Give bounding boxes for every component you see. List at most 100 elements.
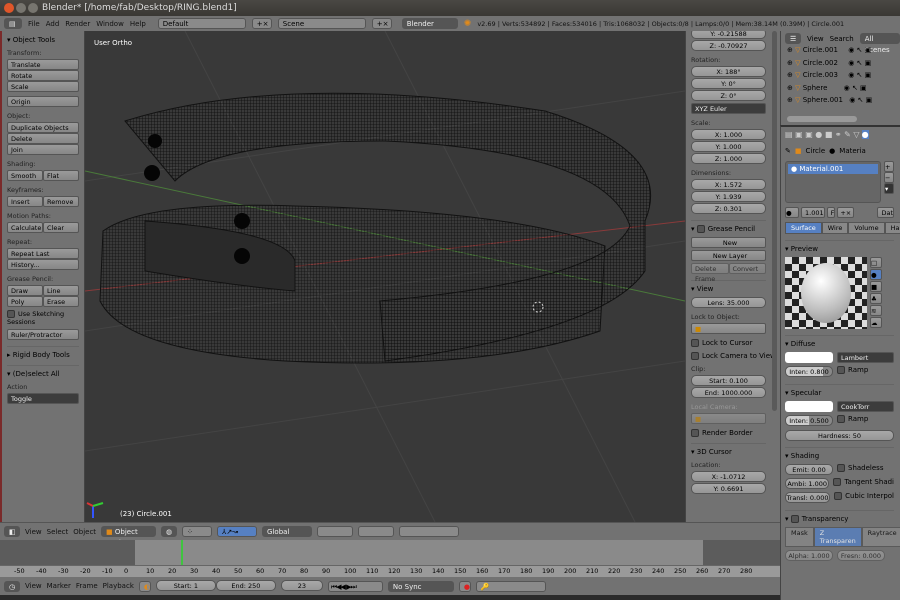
outliner-item[interactable]: ⊕ ▽ Sphere.001 ◉ ↖ ▣ xyxy=(787,96,900,109)
material-slot-list[interactable]: ● Material.001 xyxy=(785,161,881,203)
shading-header[interactable]: ▾ Shading xyxy=(785,447,894,460)
properties-context-tabs[interactable]: ▤ ▣ ▣ ● ■ ⚭ ✎ ▽ ● xyxy=(785,127,894,141)
preview-type-buttons[interactable]: □ ● ■ ♣ ≋ ☁ xyxy=(870,257,882,329)
history-button[interactable]: History... xyxy=(7,259,79,270)
timeline-editor-icon[interactable]: ◷ xyxy=(4,580,20,592)
visibility-icon[interactable]: ◉ ↖ ▣ xyxy=(848,71,871,79)
location-y-field[interactable]: Y: -0.21588 xyxy=(691,31,766,39)
timeline[interactable] xyxy=(0,540,780,565)
current-frame-field[interactable]: 23 xyxy=(280,580,323,591)
render-engine-select[interactable]: Blender Render xyxy=(401,18,458,39)
tab-mask[interactable]: Mask xyxy=(785,527,814,547)
rotation-y-field[interactable]: Y: 0° xyxy=(691,78,766,89)
tab-z-transparency[interactable]: Z Transparen xyxy=(813,527,862,547)
preview-range-icon[interactable]: ◐ xyxy=(138,580,151,592)
delete-frame-button[interactable]: Delete Frame xyxy=(691,263,729,283)
transparency-checkbox[interactable] xyxy=(790,515,799,523)
lock-camera-checkbox[interactable]: Lock Camera to View xyxy=(691,352,776,360)
convert-button[interactable]: Convert xyxy=(728,263,766,274)
specular-ramp-checkbox[interactable]: Ramp xyxy=(837,415,868,427)
grease-pencil-checkbox[interactable] xyxy=(696,225,705,233)
ruler-button[interactable]: Ruler/Protractor xyxy=(7,329,79,340)
ambient-slider[interactable]: Ambi: 1.000 xyxy=(785,478,830,489)
pin-icon[interactable]: ✎ xyxy=(785,147,791,155)
location-z-field[interactable]: Z: -0.70927 xyxy=(691,40,766,51)
rotation-z-field[interactable]: Z: 0° xyxy=(691,90,766,101)
checkbox[interactable] xyxy=(834,492,843,500)
cubic-interpolation-checkbox[interactable]: Cubic Interpol xyxy=(834,492,894,504)
fresnel-field[interactable]: Fresn: 0.000 xyxy=(837,550,885,561)
maximize-window-icon[interactable] xyxy=(28,3,38,13)
3d-viewport[interactable]: User Ortho (23) Circle.001 xyxy=(85,31,685,522)
action-select[interactable]: Toggle xyxy=(7,393,79,404)
specular-color-swatch[interactable] xyxy=(785,401,833,412)
start-frame-field[interactable]: Start: 1 xyxy=(155,580,216,591)
lens-field[interactable]: Lens: 35.000 xyxy=(691,297,766,308)
cursor-x-field[interactable]: X: -1.0712 xyxy=(691,471,766,482)
scale-y-field[interactable]: Y: 1.000 xyxy=(691,141,766,152)
checkbox[interactable] xyxy=(691,352,699,360)
poly-button[interactable]: Poly xyxy=(7,296,43,307)
diffuse-ramp-checkbox[interactable]: Ramp xyxy=(837,366,868,378)
visibility-icon[interactable]: ◉ ↖ ▣ xyxy=(848,46,871,54)
transparency-header[interactable]: ▾ Transparency xyxy=(785,510,894,523)
rotation-mode-select[interactable]: XYZ Euler xyxy=(691,103,766,114)
calculate-button[interactable]: Calculate xyxy=(7,222,43,233)
line-button[interactable]: Line xyxy=(43,285,79,296)
menu-window[interactable]: Window xyxy=(96,20,124,28)
clip-start-field[interactable]: Start: 0.100 xyxy=(691,375,766,386)
object-tools-header[interactable]: ▾ Object Tools xyxy=(7,36,79,44)
dimension-y-field[interactable]: Y: 1.939 xyxy=(691,191,766,202)
checkbox[interactable] xyxy=(691,429,699,437)
shadeless-checkbox[interactable]: Shadeless xyxy=(837,464,883,476)
rigid-body-header[interactable]: ▸ Rigid Body Tools xyxy=(7,346,79,359)
menu-frame[interactable]: Frame xyxy=(76,582,98,590)
record-icon[interactable]: ● xyxy=(458,580,471,592)
screen-layout-select[interactable]: Default xyxy=(157,18,246,29)
editor-type-icon[interactable]: ▤ xyxy=(4,18,22,29)
viewport-shading-select[interactable]: ◍ xyxy=(161,526,178,537)
diffuse-intensity-slider[interactable]: Inten: 0.800 xyxy=(785,366,833,377)
editor-type-icon[interactable]: ◧ xyxy=(4,526,20,537)
tab-raytrace[interactable]: Raytrace xyxy=(861,527,900,547)
deselect-all-header[interactable]: ▾ (De)select All xyxy=(7,365,79,378)
translate-button[interactable]: Translate xyxy=(7,59,79,70)
menu-view[interactable]: View xyxy=(25,582,42,590)
cursor-y-field[interactable]: Y: 0.6691 xyxy=(691,483,766,494)
rotation-x-field[interactable]: X: 188° xyxy=(691,66,766,77)
end-frame-field[interactable]: End: 250 xyxy=(215,580,276,591)
visibility-icon[interactable]: ◉ ↖ ▣ xyxy=(849,96,872,104)
hardness-field[interactable]: Hardness: 50 xyxy=(785,430,894,441)
orientation-select[interactable]: Global xyxy=(262,526,313,537)
specular-shader-select[interactable]: CookTorr xyxy=(837,401,894,412)
join-button[interactable]: Join xyxy=(7,144,79,155)
menu-object[interactable]: Object xyxy=(73,528,96,536)
tab-wire[interactable]: Wire xyxy=(821,222,849,234)
local-camera-field[interactable]: ■ xyxy=(691,413,766,424)
translucency-slider[interactable]: Transl: 0.000 xyxy=(785,492,831,503)
visibility-icon[interactable]: ◉ ↖ ▣ xyxy=(844,84,867,92)
menu-file[interactable]: File xyxy=(28,20,40,28)
menu-render[interactable]: Render xyxy=(65,20,90,28)
repeat-last-button[interactable]: Repeat Last xyxy=(7,248,79,259)
render-border-checkbox[interactable]: Render Border xyxy=(691,429,766,437)
clip-end-field[interactable]: End: 1000.000 xyxy=(691,387,766,398)
diffuse-shader-select[interactable]: Lambert xyxy=(837,352,894,363)
visibility-icon[interactable]: ◉ ↖ ▣ xyxy=(848,59,871,67)
tab-surface[interactable]: Surface xyxy=(785,222,822,234)
outliner-scrollbar[interactable] xyxy=(787,116,857,122)
menu-view[interactable]: View xyxy=(25,528,42,536)
insert-button[interactable]: Insert xyxy=(7,196,43,207)
outliner-item[interactable]: ⊕ ▽ Sphere ◉ ↖ ▣ xyxy=(787,84,900,97)
alpha-field[interactable]: Alpha: 1.000 xyxy=(785,550,833,561)
menu-help[interactable]: Help xyxy=(130,20,146,28)
checkbox[interactable] xyxy=(837,366,845,374)
sync-select[interactable]: No Sync xyxy=(387,580,454,592)
erase-button[interactable]: Erase xyxy=(43,296,79,307)
dimension-x-field[interactable]: X: 1.572 xyxy=(691,179,766,190)
checkbox[interactable] xyxy=(691,339,699,347)
material-tab-icon[interactable]: ● xyxy=(861,129,869,139)
preview-header[interactable]: ▾ Preview xyxy=(785,240,894,253)
lock-cursor-checkbox[interactable]: Lock to Cursor xyxy=(691,339,766,347)
tab-volume[interactable]: Volume xyxy=(848,222,885,234)
